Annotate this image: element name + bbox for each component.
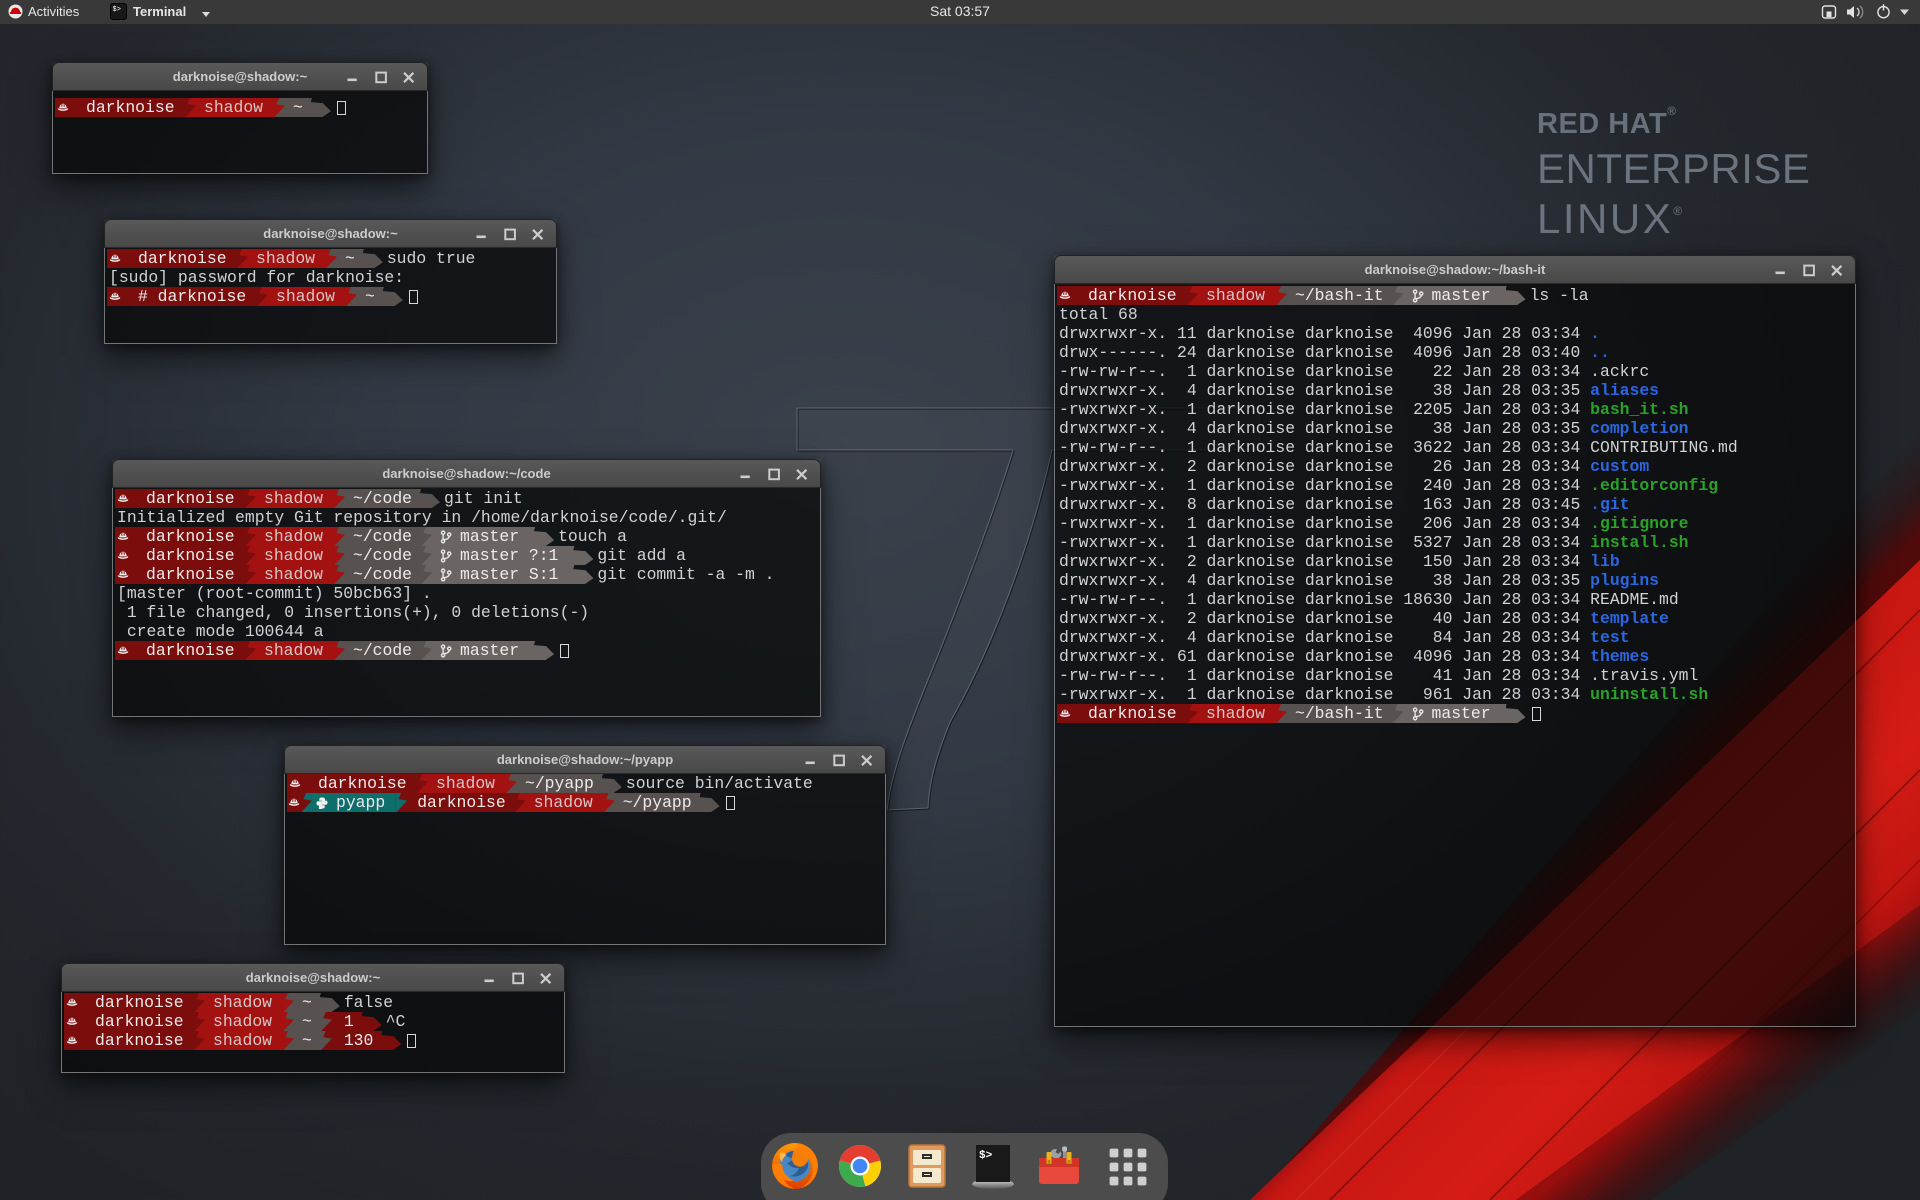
svg-text:$>: $>: [979, 1150, 993, 1162]
